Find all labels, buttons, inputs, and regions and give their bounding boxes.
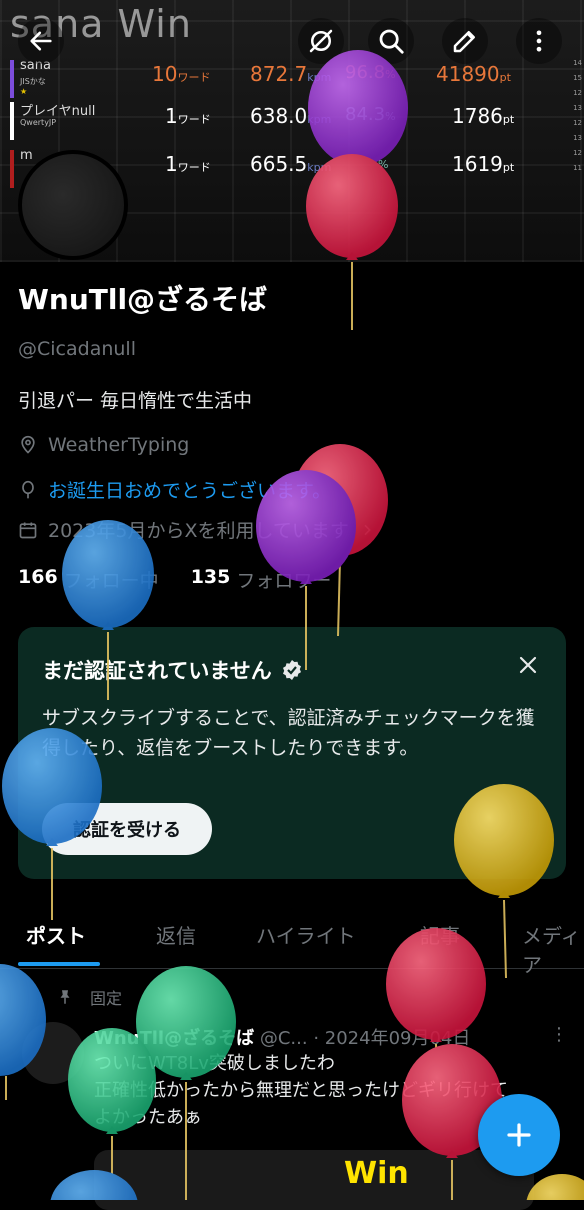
more-vertical-icon (536, 30, 542, 52)
ranking-row: プレイヤnull QwertyJP 1ワード 638.0kpm 84.3% 17… (0, 98, 584, 144)
banner-side-numbers: 14 15 12 13 12 13 12 11 (573, 59, 582, 172)
plus-icon (507, 1123, 531, 1147)
rank-player-name: m (20, 148, 33, 163)
rank-words: 10ワード (152, 62, 211, 86)
rank-points: 41890pt (436, 62, 511, 86)
pin-icon (60, 990, 70, 1004)
edit-icon (453, 31, 475, 53)
get-verified-button[interactable]: 認証を受ける (42, 803, 212, 855)
rank-player-sub: JISかな ★ (20, 77, 46, 96)
followers-count[interactable]: 135 (191, 566, 231, 593)
edit-button[interactable] (442, 18, 488, 64)
chevron-right-icon (364, 524, 371, 535)
tab-highlights[interactable]: ハイライト (256, 920, 356, 949)
post-text: ついにWT8Lv突破しましたわ 正確性低かったから無理だと思ったけどギリ行けてよ… (94, 1053, 508, 1128)
rank-kpm: 872.7kpm (250, 62, 332, 86)
close-icon[interactable] (516, 653, 540, 677)
post-date: · 2024年09月04日 (313, 1028, 471, 1049)
avatar[interactable] (18, 150, 128, 260)
post-header: WnuTll@ざるそば @C... · 2024年09月04日 (94, 1024, 470, 1050)
birthday-row: お誕生日おめでとうございます。 (18, 476, 331, 503)
rank-kpm: 665.5kpm (250, 152, 332, 176)
joined-row[interactable]: 2023年5月からXを利用しています (18, 516, 375, 543)
rank-color-bar (10, 60, 14, 98)
balloon-icon (22, 480, 34, 498)
balloon-yellow (526, 1174, 584, 1200)
rank-color-bar (10, 150, 14, 188)
rank-accuracy: % (378, 158, 389, 171)
search-icon (379, 29, 404, 54)
ranking-row: sana JISかな ★ 10ワード 872.7kpm 96.8% 41890pt (0, 56, 584, 102)
rank-accuracy: 96.8% (345, 62, 396, 83)
rank-words: 1ワード (165, 152, 211, 176)
media-caption: Win (344, 1156, 409, 1191)
rank-kpm: 638.0kpm (250, 104, 332, 128)
post-more-button[interactable]: ⋮ (550, 1024, 568, 1045)
no-notification-icon (309, 29, 333, 53)
rank-accuracy: 84.3% (345, 104, 396, 125)
verification-description: サブスクライブすることで、認証済みチェックマークを獲得したり、返信をブーストした… (42, 707, 535, 759)
tab-replies[interactable]: 返信 (156, 920, 196, 949)
location-row: WeatherTyping (18, 434, 189, 456)
back-arrow-icon (30, 31, 52, 51)
handle: @Cicadanull (18, 338, 136, 360)
birthday-text: お誕生日おめでとうございます。 (48, 480, 332, 502)
bio: 引退パー 毎日惰性で生活中 (18, 390, 253, 412)
post-handle[interactable]: @C... (260, 1028, 308, 1049)
verification-card: まだ認証されていません サブスクライブすることで、認証済みチェックマークを獲得し… (18, 627, 566, 879)
tab-posts[interactable]: ポスト (26, 920, 86, 949)
following-count[interactable]: 166 (18, 566, 58, 593)
rank-points: 1786pt (452, 104, 515, 128)
more-options-button[interactable] (516, 18, 562, 64)
verified-badge-icon (282, 660, 301, 680)
profile-tabs: ポスト 返信 ハイライト 記事 メディア (0, 910, 584, 977)
rank-points: 1619pt (452, 152, 515, 176)
notifications-button[interactable] (298, 18, 344, 64)
post-author[interactable]: WnuTll@ざるそば (94, 1028, 254, 1049)
rank-player-sub: QwertyJP (20, 118, 57, 127)
following-label[interactable]: フォロー中 (64, 566, 159, 593)
followers-label[interactable]: フォロワー (236, 566, 331, 593)
post-avatar[interactable] (22, 1022, 84, 1084)
rank-player-name: プレイヤnull (20, 104, 96, 119)
search-button[interactable] (368, 18, 414, 64)
back-button[interactable] (18, 18, 64, 64)
compose-button[interactable] (478, 1094, 560, 1176)
joined-text: 2023年5月からXを利用しています (48, 520, 349, 542)
active-tab-indicator (18, 962, 100, 966)
calendar-icon (19, 522, 37, 538)
post-media[interactable]: Win (94, 1150, 534, 1210)
follow-stats: 166 フォロー中 135 フォロワー (18, 566, 331, 593)
tab-media[interactable]: メディア (522, 920, 584, 978)
verification-title: まだ認証されていません (42, 655, 304, 685)
pinned-label: 固定 (56, 985, 122, 1009)
rank-color-bar (10, 102, 14, 140)
location-icon (21, 435, 35, 454)
tab-articles[interactable]: 記事 (420, 920, 460, 949)
display-name: WnuTll@ざるそば (18, 283, 268, 316)
location-text: WeatherTyping (48, 434, 190, 456)
rank-words: 1ワード (165, 104, 211, 128)
